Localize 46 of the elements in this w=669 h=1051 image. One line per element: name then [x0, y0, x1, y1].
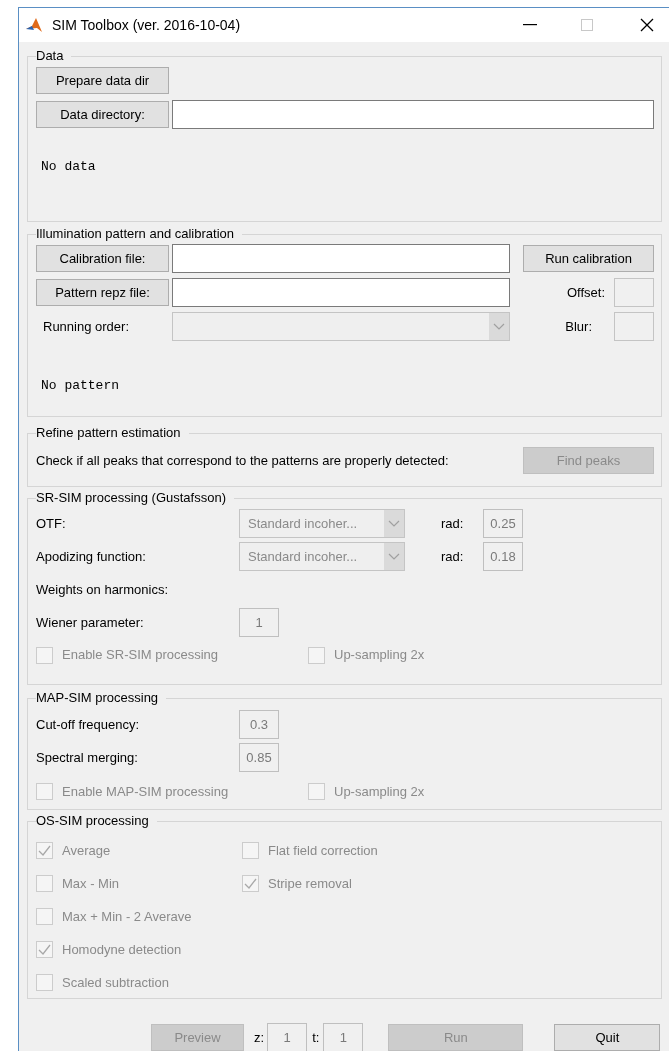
- checkbox-label: Max - Min: [62, 875, 120, 894]
- checkbox-label: Max + Min - 2 Averave: [62, 908, 192, 927]
- wiener-label: Wiener parameter:: [36, 613, 145, 632]
- run-calibration-button[interactable]: Run calibration: [523, 245, 654, 273]
- pattern-field[interactable]: [172, 278, 510, 308]
- minimize-icon[interactable]: [523, 24, 537, 26]
- setting-label: Apodizing function:: [36, 547, 147, 566]
- pattern-file-button[interactable]: Pattern repz file:: [36, 279, 169, 307]
- setting-label: OTF:: [36, 514, 67, 533]
- rad-label: rad:: [441, 547, 465, 566]
- t-label: t:: [312, 1028, 320, 1047]
- calibration-field[interactable]: [172, 244, 510, 274]
- window-title: SIM Toolbox (ver. 2016-10-04): [52, 15, 241, 35]
- checkbox-label: Up-sampling 2x: [334, 782, 425, 801]
- chevron-down-icon: [388, 552, 400, 561]
- checkbox-label: Flat field correction: [268, 842, 378, 861]
- checkbox-label: Stripe removal: [268, 875, 352, 894]
- rad-label: rad:: [441, 514, 465, 533]
- app-icon: [25, 16, 43, 34]
- weights-label: Weights on harmonics:: [36, 581, 169, 600]
- checkbox-label: Enable SR-SIM processing: [62, 646, 219, 665]
- blur-label: Blur:: [565, 318, 592, 336]
- prepare-data-button[interactable]: Prepare data dir: [36, 67, 169, 94]
- instruction-text: Check if all peaks that correspond to the patterns are properly detected:: [36, 452, 449, 471]
- calibration-file-button[interactable]: Calibration file:: [36, 245, 169, 273]
- maximize-icon[interactable]: [581, 19, 593, 31]
- setting-label: Spectral merging:: [36, 749, 139, 768]
- blur-field[interactable]: [614, 312, 654, 342]
- quit-button[interactable]: Quit: [554, 1024, 661, 1051]
- offset-field[interactable]: [614, 278, 654, 308]
- z-label: z:: [254, 1028, 265, 1047]
- running-order-label: Running order:: [42, 318, 130, 336]
- offset-label: Offset:: [566, 284, 605, 302]
- checkbox-label: Scaled subtraction: [62, 974, 169, 993]
- setting-label: Cut-off frequency:: [36, 716, 141, 735]
- checkbox-label: Enable MAP-SIM processing: [62, 782, 229, 801]
- data-directory-button[interactable]: Data directory:: [36, 101, 169, 128]
- directory-field[interactable]: [172, 100, 654, 129]
- checkbox-label: Homodyne detection: [62, 941, 182, 960]
- close-icon[interactable]: [640, 18, 654, 32]
- checkbox-label: Average: [62, 842, 111, 861]
- status-text: No pattern: [41, 377, 120, 396]
- status-text: No data: [41, 158, 97, 176]
- chevron-down-icon: [493, 322, 505, 331]
- checkbox-label: Up-sampling 2x: [334, 646, 425, 665]
- chevron-down-icon: [388, 519, 400, 528]
